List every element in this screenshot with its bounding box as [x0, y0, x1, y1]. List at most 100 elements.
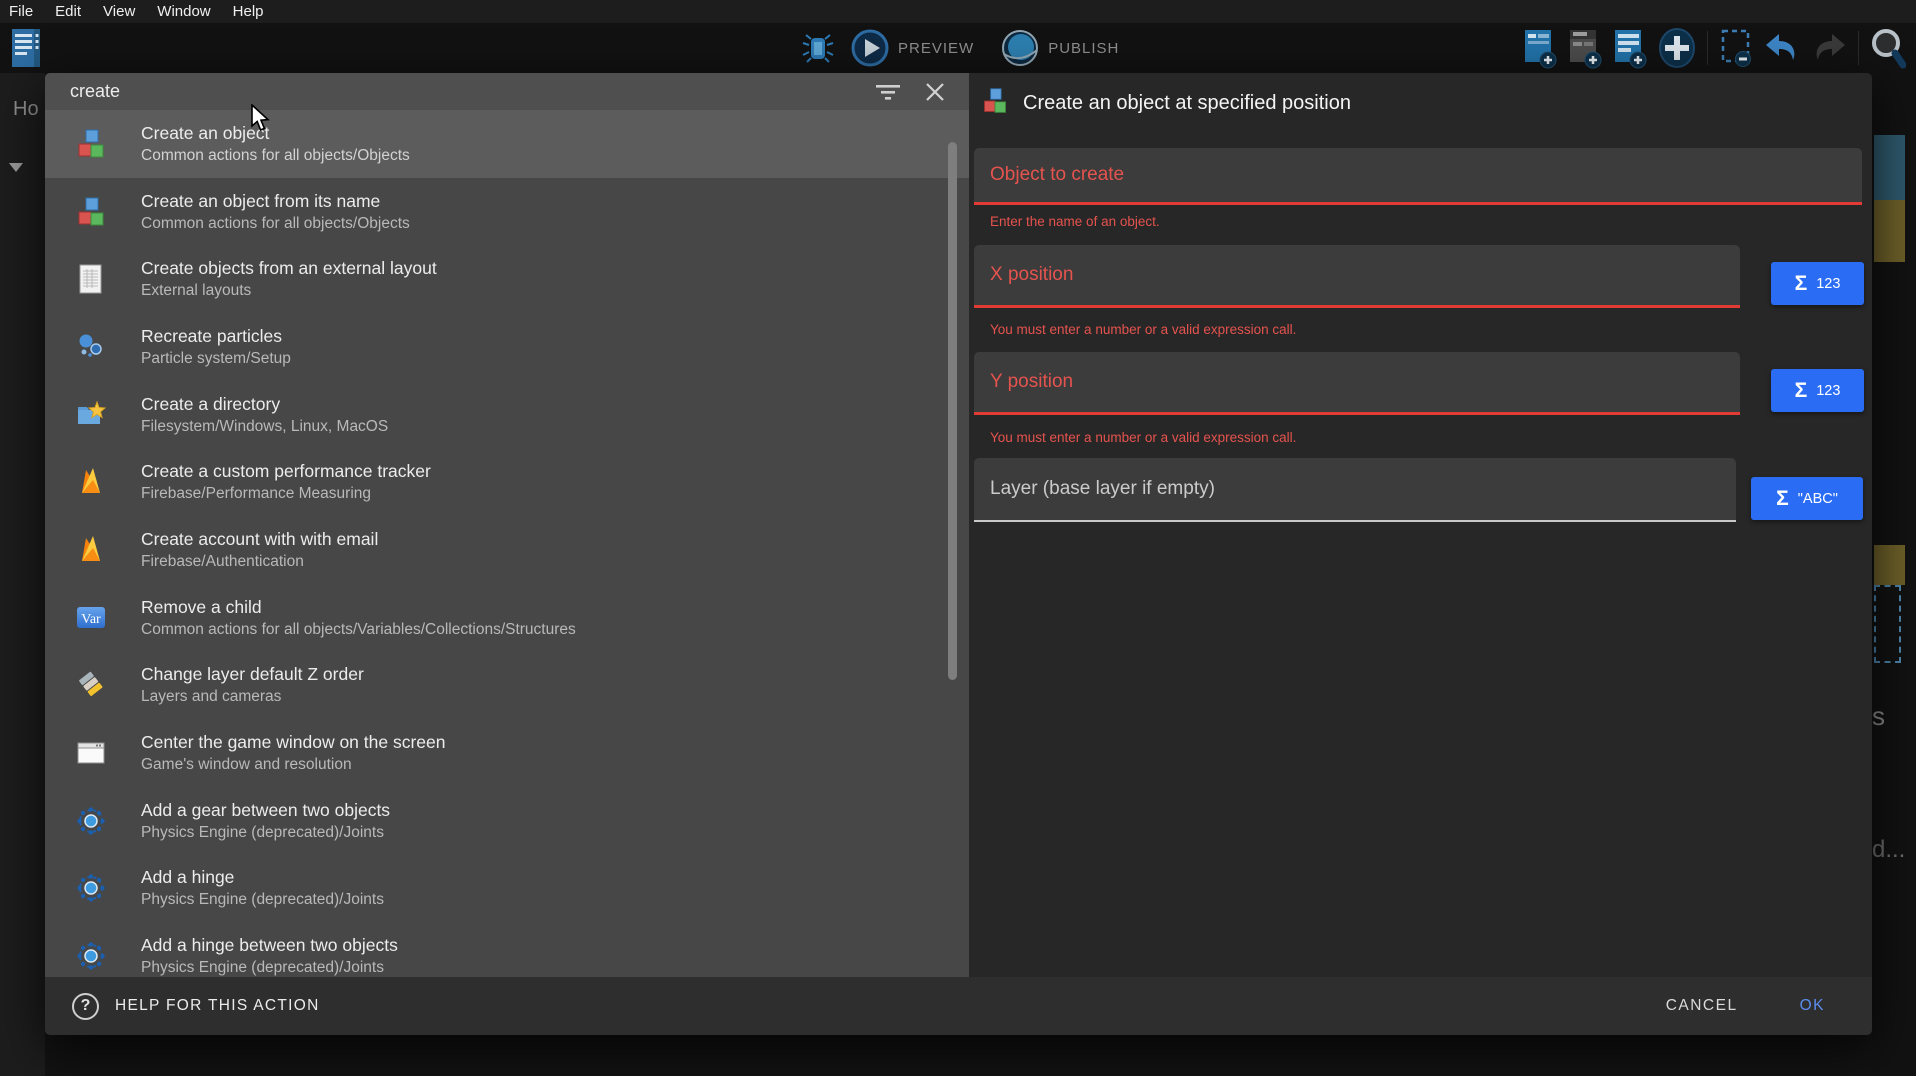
firebase-icon [75, 466, 107, 498]
action-subtitle: Game's window and resolution [141, 756, 445, 774]
field-label: Layer (base layer if empty) [990, 478, 1215, 500]
help-for-this-action-button[interactable]: ? HELP FOR THIS ACTION [72, 993, 1666, 1020]
background-text-fragment: d... [1872, 836, 1905, 864]
action-list-item[interactable]: Create an object from its name Common act… [45, 178, 969, 246]
action-subtitle: Physics Engine (deprecated)/Joints [141, 891, 384, 909]
field-error-text: You must enter a number or a valid expre… [990, 430, 1296, 445]
search-input[interactable]: create [70, 81, 875, 102]
publish-button[interactable]: PUBLISH [1048, 40, 1119, 57]
action-title: Change layer default Z order [141, 664, 364, 685]
action-subtitle: Firebase/Performance Measuring [141, 485, 431, 503]
redo-icon[interactable] [1811, 33, 1847, 63]
cancel-button[interactable]: CANCEL [1666, 997, 1738, 1015]
expression-builder-button[interactable]: Σ 123 [1771, 262, 1864, 305]
menu-window[interactable]: Window [157, 3, 210, 20]
action-list-item[interactable]: Add a gear between two objectsPhysics En… [45, 787, 969, 855]
firebase-icon [75, 534, 107, 566]
action-subtitle: Physics Engine (deprecated)/Joints [141, 959, 398, 977]
background-text-fragment: s [1872, 701, 1885, 732]
sigma-icon: Σ [1795, 380, 1808, 401]
action-title: Create a directory [141, 394, 388, 415]
action-list-item[interactable]: Create a custom performance tracker Fireb… [45, 448, 969, 516]
joint-icon [75, 805, 107, 837]
y-position-field[interactable]: Y position [974, 352, 1740, 415]
action-subtitle: Common actions for all objects/Objects [141, 147, 410, 165]
action-subtitle: Layers and cameras [141, 688, 364, 706]
scrollbar-thumb[interactable] [948, 142, 957, 680]
action-title: Create account with with email [141, 529, 378, 550]
instruction-editor-dialog: create Create an object Common actions fo… [45, 73, 1872, 1035]
menu-file[interactable]: File [9, 3, 33, 20]
joint-icon [75, 872, 107, 904]
expression-builder-button[interactable]: Σ "ABC" [1751, 477, 1863, 520]
add-circle-icon[interactable] [1658, 27, 1696, 69]
window-icon [75, 737, 107, 769]
toolbar-separator [1707, 31, 1708, 65]
toolbar-separator [1858, 31, 1859, 65]
sigma-icon: Σ [1795, 273, 1808, 294]
action-list-item[interactable]: Create account with with email Firebase/A… [45, 516, 969, 584]
action-list-item[interactable]: Recreate particlesParticle system/Setup [45, 313, 969, 381]
joint-icon [75, 940, 107, 972]
background-olive-block [1874, 200, 1905, 262]
action-subtitle: Filesystem/Windows, Linux, MacOS [141, 418, 388, 436]
new-scene-icon[interactable] [1523, 27, 1557, 69]
field-label: Y position [990, 371, 1073, 393]
selection-icon[interactable] [1719, 28, 1753, 68]
action-title: Create a custom performance tracker [141, 461, 431, 482]
search-icon[interactable] [1870, 27, 1906, 69]
cubes-icon [981, 87, 1009, 120]
project-manager-icon[interactable] [10, 26, 44, 70]
undo-icon[interactable] [1764, 33, 1800, 63]
sigma-icon: Σ [1776, 488, 1789, 509]
action-editor-title: Create an object at specified position [1023, 92, 1351, 115]
close-icon[interactable] [925, 82, 945, 102]
var-icon: Var [75, 602, 107, 634]
x-position-field[interactable]: X position [974, 245, 1740, 308]
object-to-create-field[interactable]: Object to create [974, 148, 1862, 205]
publish-globe-icon[interactable] [1000, 28, 1040, 68]
action-title: Add a gear between two objects [141, 800, 390, 821]
new-external-layout-icon[interactable] [1613, 27, 1647, 69]
action-subtitle: Firebase/Authentication [141, 553, 378, 571]
action-list-item[interactable]: Add a hinge between two objectsPhysics E… [45, 922, 969, 977]
preview-button[interactable]: PREVIEW [898, 40, 974, 57]
action-subtitle: Common actions for all objects/Objects [141, 215, 410, 233]
action-list-item[interactable]: Create an object Common actions for all o… [45, 110, 969, 178]
menu-bar: File Edit View Window Help [0, 0, 1916, 23]
new-external-events-icon[interactable] [1568, 27, 1602, 69]
action-title: Create an object [141, 123, 410, 144]
play-icon[interactable] [850, 28, 890, 68]
menu-help[interactable]: Help [233, 3, 264, 20]
action-list: Create an object Common actions for all o… [45, 110, 969, 977]
action-list-item[interactable]: VarRemove a childCommon actions for all … [45, 584, 969, 652]
debug-icon[interactable] [802, 33, 834, 63]
home-tab-fragment: Ho [13, 98, 39, 121]
help-icon: ? [72, 993, 99, 1020]
ok-button[interactable]: OK [1800, 997, 1825, 1015]
layers-icon [75, 669, 107, 701]
action-editor-panel: Create an object at specified position O… [969, 73, 1872, 977]
action-list-item[interactable]: Create a directory Filesystem/Windows, Li… [45, 381, 969, 449]
field-helper-text: Enter the name of an object. [990, 214, 1160, 229]
cubes-icon [75, 196, 107, 228]
action-list-item[interactable]: Create objects from an external layoutEx… [45, 245, 969, 313]
action-list-item[interactable]: Change layer default Z order Layers and c… [45, 652, 969, 720]
filter-icon[interactable] [875, 83, 901, 101]
action-list-item[interactable]: Center the game window on the screenGame… [45, 719, 969, 787]
background-teal-block [1874, 135, 1905, 200]
layer-field[interactable]: Layer (base layer if empty) [974, 458, 1736, 522]
action-title: Create an object from its name [141, 191, 410, 212]
field-error-text: You must enter a number or a valid expre… [990, 322, 1296, 337]
action-title: Create objects from an external layout [141, 258, 437, 279]
background-olive-block [1874, 545, 1905, 585]
background-right-strip: s d... [1872, 73, 1916, 1076]
action-title: Recreate particles [141, 326, 291, 347]
expression-builder-button[interactable]: Σ 123 [1771, 369, 1864, 412]
menu-view[interactable]: View [103, 3, 135, 20]
particles-icon [75, 331, 107, 363]
menu-edit[interactable]: Edit [55, 3, 81, 20]
cubes-icon [75, 128, 107, 160]
action-list-item[interactable]: Add a hingePhysics Engine (deprecated)/J… [45, 855, 969, 923]
search-bar[interactable]: create [45, 73, 969, 110]
